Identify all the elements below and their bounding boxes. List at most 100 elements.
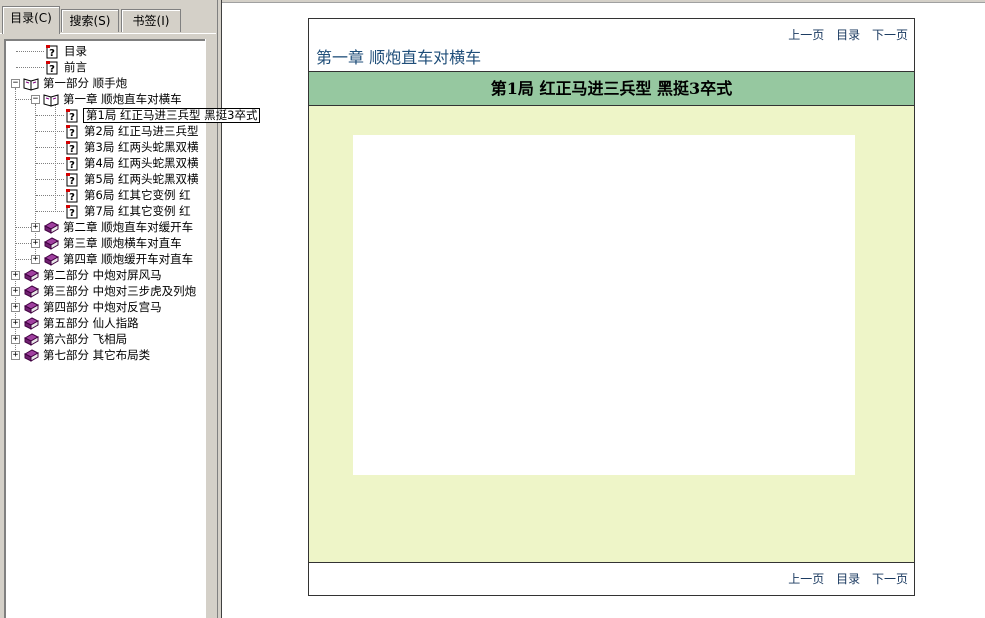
tree-item[interactable]: + 第七部分 其它布局类 — [11, 347, 151, 363]
chess-board-area[interactable] — [353, 135, 855, 475]
tree-item-label[interactable]: 第四章 顺炮缓开车对直车 — [62, 251, 194, 267]
expand-icon[interactable]: + — [11, 286, 20, 296]
top-border — [222, 0, 985, 3]
tree-item-label[interactable]: 第五部分 仙人指路 — [42, 315, 140, 331]
tree-item-label[interactable]: 第1局 红正马进三兵型 黑挺3卒式 — [83, 107, 261, 123]
open-book-icon — [23, 76, 39, 91]
tree-item[interactable]: + 第六部分 飞相局 — [11, 331, 128, 347]
navigation-pane: 目录(C) 搜索(S) 书签(I) ? 目录? 前言 − 第一部分 顺手炮 − 第一章 顺炮… — [0, 0, 261, 618]
tree-scrollbar[interactable] — [205, 39, 214, 618]
tree-item[interactable]: − 第一章 顺炮直车对横车 — [31, 91, 183, 107]
closed-book-icon — [23, 348, 40, 363]
question-page-icon: ? — [64, 156, 80, 171]
tree-item-label[interactable]: 第三章 顺炮横车对直车 — [62, 235, 183, 251]
tree-line — [16, 51, 44, 52]
tree-item[interactable]: + 第三部分 中炮对三步虎及列炮 — [11, 283, 197, 299]
tree-item-label[interactable]: 第5局 红两头蛇黑双横 — [83, 171, 199, 187]
closed-book-icon — [23, 284, 40, 299]
svg-text:?: ? — [69, 208, 75, 219]
collapse-icon[interactable]: − — [11, 78, 20, 88]
tree-line — [36, 211, 64, 212]
content-pane: 上一页 目录 下一页 第一章 顺炮直车对横车 第1局 红正马进三兵型 黑挺3卒式… — [222, 0, 985, 618]
expand-icon[interactable]: + — [31, 238, 40, 248]
tree-line — [36, 131, 64, 132]
svg-text:?: ? — [69, 144, 75, 155]
tree-item[interactable]: ? 第7局 红其它变例 红 — [64, 203, 192, 219]
tree-item[interactable]: + 第二章 顺炮直车对缓开车 — [31, 219, 194, 235]
prev-page-link[interactable]: 上一页 — [788, 572, 824, 586]
tree-item[interactable]: ? 第2局 红正马进三兵型 — [64, 123, 199, 139]
tree-item-label[interactable]: 第3局 红两头蛇黑双横 — [83, 139, 199, 155]
toc-link[interactable]: 目录 — [836, 28, 860, 42]
svg-text:?: ? — [69, 192, 75, 203]
tree-item-label[interactable]: 第一部分 顺手炮 — [42, 75, 128, 91]
tree-item-label[interactable]: 第2局 红正马进三兵型 — [83, 123, 199, 139]
question-page-icon: ? — [64, 108, 80, 123]
svg-text:?: ? — [69, 112, 75, 123]
tree-item[interactable]: − 第一部分 顺手炮 — [11, 75, 128, 91]
question-page-icon: ? — [64, 172, 80, 187]
expand-icon[interactable]: + — [31, 222, 40, 232]
prev-page-link[interactable]: 上一页 — [788, 28, 824, 42]
tree-line — [16, 259, 31, 260]
svg-text:?: ? — [69, 160, 75, 171]
next-page-link[interactable]: 下一页 — [872, 572, 908, 586]
tree-line — [36, 179, 64, 180]
tree-item[interactable]: ? 第5局 红两头蛇黑双横 — [64, 171, 199, 187]
tree-item[interactable]: ? 第1局 红正马进三兵型 黑挺3卒式 — [64, 107, 261, 123]
tree-line — [16, 99, 31, 100]
tree-item-label[interactable]: 第七部分 其它布局类 — [42, 347, 151, 363]
svg-text:?: ? — [49, 64, 55, 75]
question-page-icon: ? — [64, 204, 80, 219]
expand-icon[interactable]: + — [11, 334, 20, 344]
expand-icon[interactable]: + — [11, 318, 20, 328]
closed-book-icon — [43, 252, 60, 267]
next-page-link[interactable]: 下一页 — [872, 28, 908, 42]
question-page-icon: ? — [64, 188, 80, 203]
tree-item-label[interactable]: 第二章 顺炮直车对缓开车 — [62, 219, 194, 235]
closed-book-icon — [43, 220, 60, 235]
question-page-icon: ? — [64, 140, 80, 155]
tab-bookmarks[interactable]: 书签(I) — [121, 9, 181, 32]
top-nav-links: 上一页 目录 下一页 — [780, 26, 908, 43]
expand-icon[interactable]: + — [11, 302, 20, 312]
tab-contents[interactable]: 目录(C) — [2, 6, 60, 34]
tree-item[interactable]: + 第四部分 中炮对反宫马 — [11, 299, 163, 315]
contents-tree[interactable]: ? 目录? 前言 − 第一部分 顺手炮 − 第一章 顺炮直车对横车? 第1局 红正马进三兵型 … — [4, 39, 261, 618]
tree-item-label[interactable]: 前言 — [63, 59, 88, 75]
question-page-icon: ? — [44, 44, 60, 59]
tree-item-label[interactable]: 第三部分 中炮对三步虎及列炮 — [42, 283, 197, 299]
svg-text:?: ? — [69, 176, 75, 187]
tree-line — [16, 227, 31, 228]
expand-icon[interactable]: + — [31, 254, 40, 264]
toc-link[interactable]: 目录 — [836, 572, 860, 586]
svg-text:?: ? — [69, 128, 75, 139]
open-book-icon — [43, 92, 59, 107]
tree-item[interactable]: + 第三章 顺炮横车对直车 — [31, 235, 183, 251]
chapter-title: 第一章 顺炮直车对横车 — [316, 48, 482, 67]
tree-item[interactable]: + 第五部分 仙人指路 — [11, 315, 140, 331]
closed-book-icon — [23, 268, 40, 283]
tree-item[interactable]: ? 前言 — [44, 59, 88, 75]
tree-item-label[interactable]: 第六部分 飞相局 — [42, 331, 128, 347]
game-body — [309, 106, 914, 563]
tree-item-label[interactable]: 第4局 红两头蛇黑双横 — [83, 155, 199, 171]
tree-item[interactable]: + 第四章 顺炮缓开车对直车 — [31, 251, 194, 267]
tree-item-label[interactable]: 第四部分 中炮对反宫马 — [42, 299, 163, 315]
collapse-icon[interactable]: − — [31, 94, 40, 104]
tree-item-label[interactable]: 第二部分 中炮对屏风马 — [42, 267, 163, 283]
tab-search[interactable]: 搜索(S) — [61, 9, 119, 32]
tree-item[interactable]: ? 目录 — [44, 43, 88, 59]
tree-item[interactable]: ? 第6局 红其它变例 红 — [64, 187, 192, 203]
document-page: 上一页 目录 下一页 第一章 顺炮直车对横车 第1局 红正马进三兵型 黑挺3卒式… — [308, 18, 915, 596]
tree-item[interactable]: ? 第3局 红两头蛇黑双横 — [64, 139, 199, 155]
closed-book-icon — [23, 332, 40, 347]
tree-item[interactable]: + 第二部分 中炮对屏风马 — [11, 267, 163, 283]
expand-icon[interactable]: + — [11, 350, 20, 360]
tree-item-label[interactable]: 第6局 红其它变例 红 — [83, 187, 192, 203]
expand-icon[interactable]: + — [11, 270, 20, 280]
tree-item-label[interactable]: 目录 — [63, 43, 88, 59]
tree-item-label[interactable]: 第7局 红其它变例 红 — [83, 203, 192, 219]
tree-item-label[interactable]: 第一章 顺炮直车对横车 — [62, 91, 183, 107]
tree-item[interactable]: ? 第4局 红两头蛇黑双横 — [64, 155, 199, 171]
